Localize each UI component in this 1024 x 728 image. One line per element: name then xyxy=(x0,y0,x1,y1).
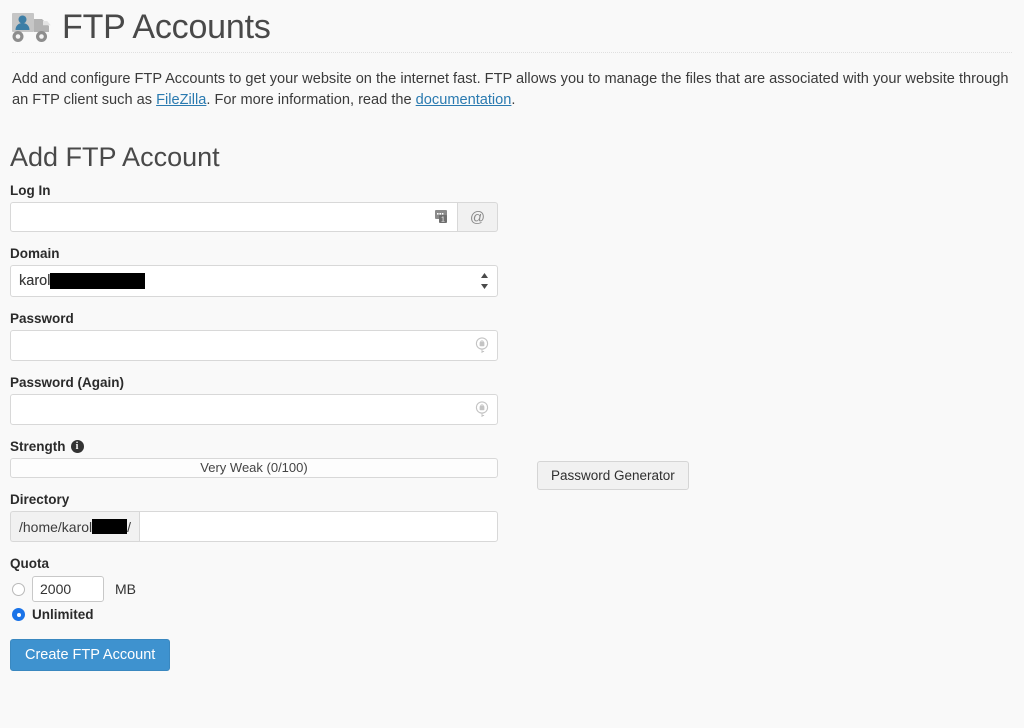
domain-select[interactable]: karol xyxy=(10,265,498,297)
directory-prefix-text: /home/karol xyxy=(19,519,92,535)
password-manager-icon[interactable]: 1 xyxy=(434,208,452,226)
password-label: Password xyxy=(10,311,1024,326)
documentation-link[interactable]: documentation xyxy=(416,92,512,108)
directory-row: /home/karol / xyxy=(10,511,498,542)
filezilla-link[interactable]: FileZilla xyxy=(156,92,206,108)
directory-input[interactable] xyxy=(139,511,498,542)
quota-unlimited-label: Unlimited xyxy=(32,607,94,622)
domain-label: Domain xyxy=(10,246,1024,261)
info-icon[interactable]: i xyxy=(71,440,84,453)
intro-text-part2: . For more information, read the xyxy=(206,92,415,108)
directory-redaction-bar xyxy=(92,519,127,534)
login-at-addon[interactable]: @ xyxy=(458,202,498,232)
login-input-wrap: 1 xyxy=(10,202,458,232)
quota-unlimited-radio[interactable] xyxy=(12,608,25,621)
quota-amount-radio[interactable] xyxy=(12,583,25,596)
password-manager-badge-count: 1 xyxy=(441,217,445,224)
create-ftp-account-button[interactable]: Create FTP Account xyxy=(10,639,170,671)
page-title: FTP Accounts xyxy=(62,8,271,46)
quota-amount-row: MB xyxy=(10,576,1024,602)
add-ftp-account-form: Log In 1 @ Domain karol karol xyxy=(10,183,1024,671)
password-input-wrap xyxy=(10,330,498,361)
quota-label: Quota xyxy=(10,556,1024,571)
login-row: 1 @ xyxy=(10,202,498,232)
quota-unit-label: MB xyxy=(115,581,136,597)
directory-label: Directory xyxy=(10,492,1024,507)
quota-amount-input[interactable] xyxy=(32,576,104,602)
strength-label: Strength i xyxy=(10,439,1024,454)
password-again-input-wrap xyxy=(10,394,498,425)
password-again-input[interactable] xyxy=(10,394,498,425)
login-input[interactable] xyxy=(10,202,458,232)
intro-paragraph: Add and configure FTP Accounts to get yo… xyxy=(12,69,1012,111)
intro-text-part3: . xyxy=(511,92,515,108)
page-header: FTP Accounts xyxy=(0,0,1024,44)
password-generator-button[interactable]: Password Generator xyxy=(537,461,689,490)
ftp-truck-icon xyxy=(10,9,52,45)
password-input[interactable] xyxy=(10,330,498,361)
password-again-label: Password (Again) xyxy=(10,375,1024,390)
strength-row: Very Weak (0/100) Password Generator xyxy=(10,458,1024,478)
strength-label-text: Strength xyxy=(10,439,66,454)
password-strength-meter: Very Weak (0/100) xyxy=(10,458,498,478)
login-label: Log In xyxy=(10,183,1024,198)
directory-prefix-slash: / xyxy=(127,519,131,535)
domain-select-wrap: karol karol xyxy=(10,265,498,297)
header-divider xyxy=(12,52,1012,53)
quota-unlimited-row: Unlimited xyxy=(10,607,1024,622)
add-ftp-account-heading: Add FTP Account xyxy=(10,141,1024,173)
directory-prefix: /home/karol / xyxy=(10,511,139,542)
